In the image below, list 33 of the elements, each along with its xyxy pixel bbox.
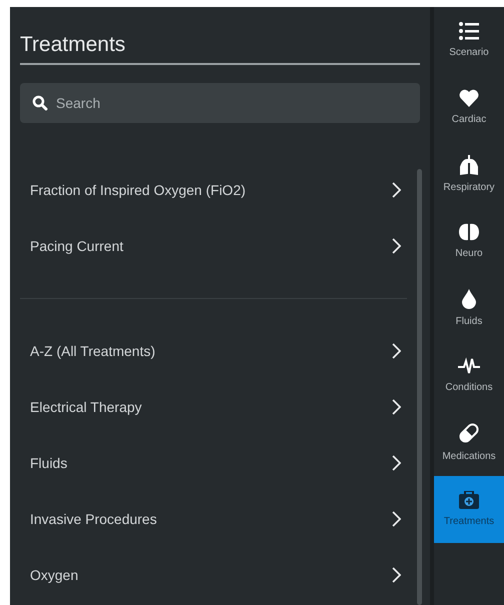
sidebar-item[interactable]: Conditions <box>434 342 504 409</box>
list-item[interactable]: Pacing Current <box>20 218 407 274</box>
sidebar-item[interactable]: Scenario <box>434 7 504 74</box>
pill-icon <box>458 422 480 444</box>
chevron-icon <box>392 511 401 527</box>
brain-icon <box>459 222 479 240</box>
chevron-icon <box>392 455 401 471</box>
medical-kit-icon <box>459 490 479 508</box>
scrollbar[interactable] <box>417 169 422 605</box>
search-icon <box>32 95 48 111</box>
sidebar-item[interactable]: Respiratory <box>434 141 504 208</box>
chevron-icon <box>392 343 401 359</box>
sidebar-item[interactable]: Cardiac <box>434 74 504 141</box>
list-icon <box>459 22 479 40</box>
sidebar-item[interactable]: Fluids <box>434 275 504 342</box>
lungs-icon <box>460 154 478 174</box>
drop-icon <box>462 288 476 308</box>
list-item[interactable]: Oxygen <box>20 547 407 603</box>
list-item[interactable]: Electrical Therapy <box>20 379 407 435</box>
pulse-icon <box>458 356 480 374</box>
search-field[interactable]: Search <box>20 83 420 123</box>
chevron-icon <box>392 238 401 254</box>
heart-icon <box>459 88 479 106</box>
panel-title: Treatments <box>20 7 420 65</box>
list-item[interactable]: Invasive Procedures <box>20 491 407 547</box>
chevron-icon <box>392 182 401 198</box>
chevron-icon <box>392 399 401 415</box>
sidebar-item[interactable]: Medications <box>434 409 504 476</box>
list-item[interactable]: Fluids <box>20 435 407 491</box>
chevron-icon <box>392 567 401 583</box>
list-item[interactable]: Fraction of Inspired Oxygen (FiO2) <box>20 162 407 218</box>
list-item[interactable]: A-Z (All Treatments) <box>20 323 407 379</box>
sidebar-item[interactable]: Neuro <box>434 208 504 275</box>
